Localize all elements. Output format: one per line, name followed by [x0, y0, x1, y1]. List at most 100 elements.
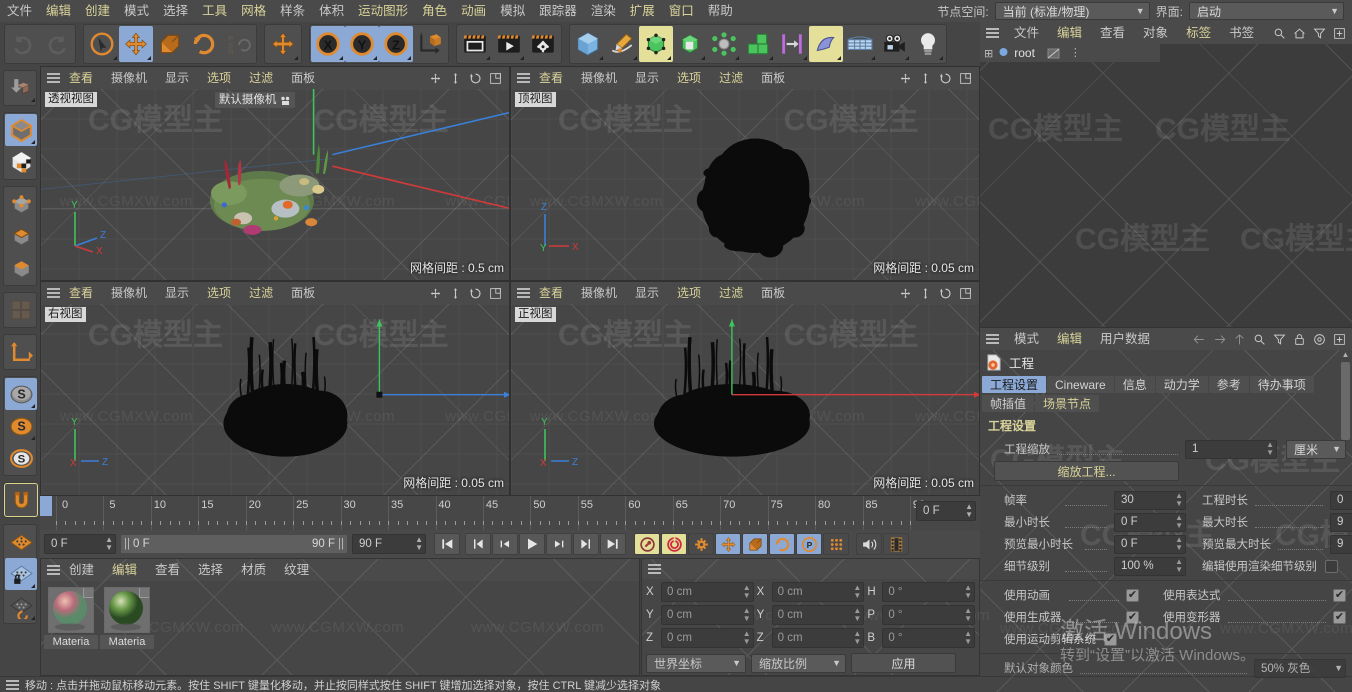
spinner-icon[interactable]: ▲ ▼ — [853, 584, 861, 600]
tab-4[interactable]: 参考 — [1208, 376, 1249, 393]
tab2-1[interactable]: 场景节点 — [1035, 395, 1100, 412]
viewport-menu-面板[interactable]: 面板 — [752, 68, 794, 88]
orbit-icon[interactable] — [939, 72, 952, 85]
perspective-viewport-camera-label[interactable]: 默认摄像机 — [214, 92, 296, 108]
dolly-icon[interactable] — [919, 72, 932, 85]
hamburger-icon[interactable] — [47, 563, 60, 577]
viewport-menu-选项[interactable]: 选项 — [668, 283, 710, 303]
lock-icon[interactable] — [1293, 333, 1306, 346]
key-next-button[interactable] — [573, 533, 599, 555]
orbit-icon[interactable] — [469, 72, 482, 85]
rotation-p-input[interactable]: 0 ° ▲ ▼ — [882, 605, 975, 625]
viewport-menu-摄像机[interactable]: 摄像机 — [572, 68, 626, 88]
position-z-input[interactable]: 0 cm ▲ ▼ — [661, 628, 754, 648]
hamburger-icon[interactable] — [986, 332, 999, 346]
plus-icon[interactable] — [1333, 27, 1346, 40]
size-y-input[interactable]: 0 cm ▲ ▼ — [771, 605, 865, 625]
use-expression-checkbox[interactable]: ✔ — [1333, 588, 1346, 602]
position-y-input[interactable]: 0 cm ▲ ▼ — [661, 605, 754, 625]
orbit-icon[interactable] — [939, 287, 952, 300]
key-param-button[interactable]: P — [796, 533, 822, 555]
timeline-playhead[interactable] — [40, 496, 52, 516]
viewport-menu-显示[interactable]: 显示 — [626, 68, 668, 88]
dolly-icon[interactable] — [919, 287, 932, 300]
object-menu-查看[interactable]: 查看 — [1091, 23, 1134, 43]
workplane-button[interactable] — [5, 526, 37, 558]
play-button[interactable] — [519, 533, 545, 555]
spinner-icon[interactable]: ▲ ▼ — [1172, 492, 1183, 508]
right-viewport-body[interactable]: CG模型主 CG模型主 www.CGMXW.com www.CGMXW.com … — [41, 304, 509, 495]
workplane-rotate-button[interactable] — [5, 590, 37, 622]
preview-min-input[interactable]: 0 F ▲ ▼ — [1114, 534, 1186, 554]
spinner-icon[interactable]: ▲ ▼ — [964, 607, 972, 623]
object-menu-对象[interactable]: 对象 — [1134, 23, 1177, 43]
viewport-menu-显示[interactable]: 显示 — [156, 68, 198, 88]
add-light-button[interactable] — [911, 26, 945, 62]
filter-icon[interactable] — [1313, 27, 1326, 40]
viewport-menu-显示[interactable]: 显示 — [156, 283, 198, 303]
default-color-select[interactable]: 50% 灰色 ▼ — [1254, 658, 1346, 678]
dolly-icon[interactable] — [449, 72, 462, 85]
spinner-icon[interactable]: ▲ ▼ — [961, 503, 973, 519]
search-icon[interactable] — [1273, 27, 1286, 40]
frame-next-button[interactable] — [546, 533, 572, 555]
material-menu-查看[interactable]: 查看 — [146, 560, 189, 580]
maximize-icon[interactable] — [959, 72, 972, 85]
menu-12[interactable]: 模拟 — [493, 1, 532, 21]
menu-11[interactable]: 动画 — [454, 1, 493, 21]
redo-button[interactable] — [40, 26, 74, 62]
record-key-button[interactable] — [634, 533, 660, 555]
viewport-menu-过滤[interactable]: 过滤 — [710, 283, 752, 303]
menu-3[interactable]: 模式 — [117, 1, 156, 21]
tab-1[interactable]: Cineware — [1047, 376, 1114, 393]
project-scale-unit-select[interactable]: 厘米 ▼ — [1286, 439, 1346, 459]
key-prev-button[interactable] — [465, 533, 491, 555]
lock-x-button[interactable]: X — [311, 26, 345, 62]
menu-0[interactable]: 文件 — [0, 1, 39, 21]
project-scale-input[interactable]: 1 ▲ ▼ — [1185, 439, 1277, 459]
viewport-menu-查看[interactable]: 查看 — [60, 68, 102, 88]
menu-9[interactable]: 运动图形 — [351, 1, 415, 21]
viewport-menu-过滤[interactable]: 过滤 — [240, 283, 282, 303]
spinner-icon[interactable]: ▲ ▼ — [743, 630, 751, 646]
pan-icon[interactable] — [429, 72, 442, 85]
make-editable-button[interactable] — [5, 72, 37, 104]
material-menu-创建[interactable]: 创建 — [60, 560, 103, 580]
object-menu-文件[interactable]: 文件 — [1005, 23, 1048, 43]
render-queue-button[interactable] — [492, 26, 526, 62]
layout-select[interactable]: 启动 ▼ — [1189, 2, 1344, 20]
spinner-icon[interactable]: ▲ ▼ — [1172, 558, 1183, 574]
enable-snap-button[interactable]: S — [5, 378, 37, 410]
material-menu-纹理[interactable]: 纹理 — [275, 560, 318, 580]
position-x-input[interactable]: 0 cm ▲ ▼ — [661, 582, 754, 602]
right-viewport[interactable]: 查看摄像机显示选项过滤面板 CG模型主 CG模型主 www.CGMXW.com … — [40, 281, 510, 496]
attr-menu-用户数据[interactable]: 用户数据 — [1091, 329, 1159, 349]
material-menu-编辑[interactable]: 编辑 — [103, 560, 146, 580]
lock-z-button[interactable]: Z — [379, 26, 413, 62]
pan-icon[interactable] — [899, 72, 912, 85]
snap-settings-button[interactable]: S — [5, 410, 37, 442]
timeline-ruler[interactable]: 0510152025303540455055606570758085900 F▲… — [40, 496, 980, 530]
playback-range[interactable]: || 0 F 90 F || — [120, 534, 348, 554]
framerate-input[interactable]: 30 ▲ ▼ — [1114, 490, 1186, 510]
keyframe-settings-button[interactable] — [688, 533, 714, 555]
preview-max-input[interactable]: 9 — [1330, 534, 1352, 554]
spinner-icon[interactable]: ▲ ▼ — [1172, 536, 1183, 552]
polygons-mode-button[interactable] — [5, 252, 37, 284]
menu-17[interactable]: 帮助 — [701, 1, 740, 21]
hamburger-icon[interactable] — [648, 562, 661, 576]
object-row-root[interactable]: ⊞ root ⋮ — [980, 44, 1160, 62]
psr-lock-button[interactable]: PSR — [221, 26, 255, 62]
project-duration-input[interactable]: 0 — [1330, 490, 1352, 510]
filter-icon[interactable] — [1273, 333, 1286, 346]
film-button[interactable] — [883, 533, 909, 555]
menu-1[interactable]: 编辑 — [39, 1, 78, 21]
snap-mode-button[interactable]: S — [5, 442, 37, 474]
pan-icon[interactable] — [429, 287, 442, 300]
use-deformer-checkbox[interactable]: ✔ — [1333, 610, 1346, 624]
attr-menu-模式[interactable]: 模式 — [1005, 329, 1048, 349]
lock-workplane-button[interactable] — [5, 558, 37, 590]
go-to-start-button[interactable] — [434, 533, 460, 555]
add-mograph-button[interactable] — [809, 26, 843, 62]
viewport-menu-查看[interactable]: 查看 — [530, 283, 572, 303]
